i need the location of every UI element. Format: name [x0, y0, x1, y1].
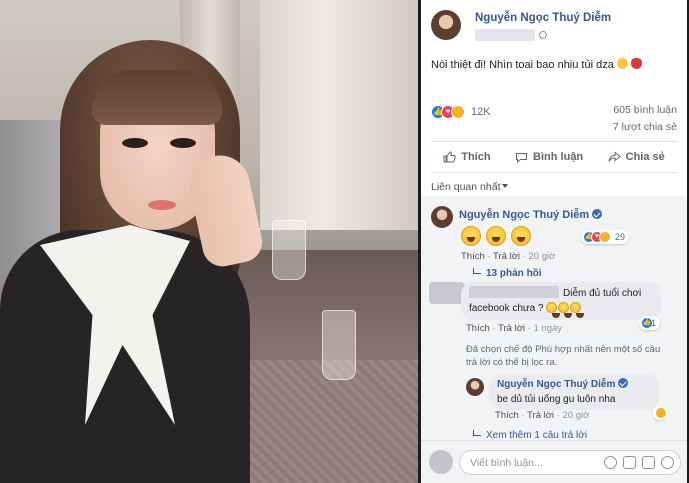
gif-icon[interactable] — [642, 456, 655, 469]
photo-eye — [122, 138, 148, 148]
verified-badge-icon — [618, 378, 629, 388]
laughing-emoji-icon — [461, 226, 481, 246]
reply-time[interactable]: 20 giờ — [563, 410, 590, 421]
share-icon — [608, 151, 621, 162]
comment-author[interactable]: Nguyễn Ngọc Thuý Diễm — [459, 209, 603, 221]
rose-emoji-icon — [630, 58, 642, 69]
reply-author-name: Nguyễn Ngọc Thuý Diễm — [497, 379, 616, 390]
comment-input[interactable]: Viết bình luận... — [459, 450, 681, 475]
verified-badge-icon — [592, 209, 603, 219]
laughing-emoji-icon — [486, 226, 506, 246]
comment-author-name: Nguyễn Ngọc Thuý Diễm — [459, 209, 590, 221]
comment-reaction-count: 29 — [615, 232, 626, 242]
reply-author[interactable]: Nguyễn Ngọc Thuý Diễm — [497, 378, 629, 390]
comment-bubble: Diễm đủ tuổi chơi facebook chưa ? — [461, 282, 661, 320]
comment-actions: Thích · Trả lời · 20 giờ — [461, 251, 556, 262]
haha-reaction-icon — [599, 231, 611, 243]
comment-reactions[interactable]: 👍 ♥ 29 — [581, 230, 630, 244]
blurred-commenter-name[interactable] — [469, 286, 559, 298]
post-timestamp-blurred[interactable] — [475, 29, 535, 41]
comment-icon — [516, 153, 528, 163]
comment-reaction-count: 1 — [651, 318, 657, 328]
author-avatar[interactable] — [431, 10, 461, 40]
wink-emoji-icon — [616, 58, 628, 69]
comment-filter-label: Liên quan nhất — [431, 181, 501, 193]
commenter-avatar[interactable] — [466, 378, 484, 396]
photo-lips — [148, 200, 176, 210]
share-button[interactable]: Chia sẻ — [608, 151, 665, 163]
blurred-commenter-avatar[interactable] — [429, 282, 465, 304]
comment-reply-link[interactable]: Trả lời — [498, 323, 525, 334]
laughing-emoji-icon — [558, 302, 573, 318]
post-text-body: Nói thiệt đi! Nhìn toai bao nhiu tủi dza — [431, 59, 614, 71]
post-actions: Thích Bình luận Chia sẻ — [431, 146, 677, 168]
divider — [431, 141, 677, 142]
photo-wall — [260, 0, 418, 230]
comment-like-link[interactable]: Thích — [466, 323, 490, 334]
like-button[interactable]: Thích — [443, 151, 491, 163]
laughing-emoji-icon — [511, 226, 531, 246]
reaction-count: 12K — [471, 106, 491, 118]
comment-reactions[interactable]: 👍 1 — [639, 316, 661, 330]
post-header: Nguyễn Ngọc Thuý Diễm — [431, 10, 681, 50]
share-count-link[interactable]: 7 lượt chia sẻ — [613, 121, 677, 133]
post-meta — [475, 29, 547, 41]
photo-eye — [170, 138, 196, 148]
current-user-avatar[interactable] — [429, 450, 453, 474]
emoji-icon[interactable] — [604, 456, 617, 469]
comment-time[interactable]: 20 giờ — [529, 251, 556, 262]
comment-button[interactable]: Bình luận — [515, 151, 583, 163]
like-label: Thích — [461, 151, 491, 163]
laughing-emoji-icon — [570, 302, 585, 318]
thumbs-up-icon — [443, 151, 456, 163]
reply-text: be dủ tủi uống gu luôn nha — [497, 394, 616, 405]
composer-icons — [604, 456, 674, 469]
comment-reply-link[interactable]: Trả lời — [493, 251, 520, 262]
reply-like-link[interactable]: Thích — [495, 410, 519, 421]
reply-actions: Thích · Trả lời · 20 giờ — [495, 410, 590, 421]
comment-input-placeholder: Viết bình luận... — [470, 457, 543, 469]
commenter-avatar[interactable] — [431, 206, 453, 228]
globe-icon — [539, 31, 547, 39]
reply-reactions[interactable] — [653, 406, 667, 420]
reply-arrow-icon — [473, 268, 481, 274]
haha-reaction-icon — [451, 105, 465, 119]
share-label: Chia sẻ — [625, 151, 665, 163]
photo-glass — [272, 220, 306, 280]
reply-reply-link[interactable]: Trả lời — [527, 410, 554, 421]
comment-text-line2: facebook chưa ? — [469, 303, 544, 314]
photo-glass — [322, 310, 356, 380]
reply-arrow-icon — [473, 430, 481, 436]
comments-section: Nguyễn Ngọc Thuý Diễm 👍 ♥ 29 Thích · Trả… — [421, 196, 687, 441]
comment-count-link[interactable]: 605 bình luận — [613, 104, 677, 116]
comment-filter-dropdown[interactable]: Liên quan nhất — [431, 181, 509, 193]
view-replies-label: 13 phản hồi — [486, 268, 542, 279]
divider — [431, 172, 677, 173]
caret-down-icon — [502, 184, 509, 188]
comment-label: Bình luận — [533, 151, 584, 163]
sticker-icon[interactable] — [661, 456, 674, 469]
post-text: Nói thiệt đi! Nhìn toai bao nhiu tủi dza — [431, 58, 642, 71]
laughing-emoji-icon — [546, 302, 561, 318]
camera-icon[interactable] — [623, 456, 636, 469]
post-photo[interactable] — [0, 0, 418, 483]
reply-bubble: Nguyễn Ngọc Thuý Diễm be dủ tủi uống gu … — [489, 374, 659, 410]
comment-emoji-body — [461, 226, 536, 251]
photo-bangs — [92, 70, 222, 125]
post-panel: Nguyễn Ngọc Thuý Diễm Nói thiệt đi! Nhìn… — [421, 0, 687, 483]
filtered-replies-notice: Đã chọn chế độ Phù hợp nhất nên một số c… — [466, 344, 661, 368]
comment-text-line1: Diễm đủ tuổi chơi — [563, 288, 642, 299]
comment-composer: Viết bình luận... — [421, 440, 687, 483]
post-author-name[interactable]: Nguyễn Ngọc Thuý Diễm — [475, 12, 611, 24]
haha-reaction-icon — [655, 407, 667, 419]
comment-actions: Thích · Trả lời · 1 ngày — [466, 323, 563, 334]
comment-like-link[interactable]: Thích — [461, 251, 485, 262]
view-replies-link[interactable]: 13 phản hồi — [473, 268, 542, 279]
comment-time[interactable]: 1 ngày — [534, 323, 563, 334]
